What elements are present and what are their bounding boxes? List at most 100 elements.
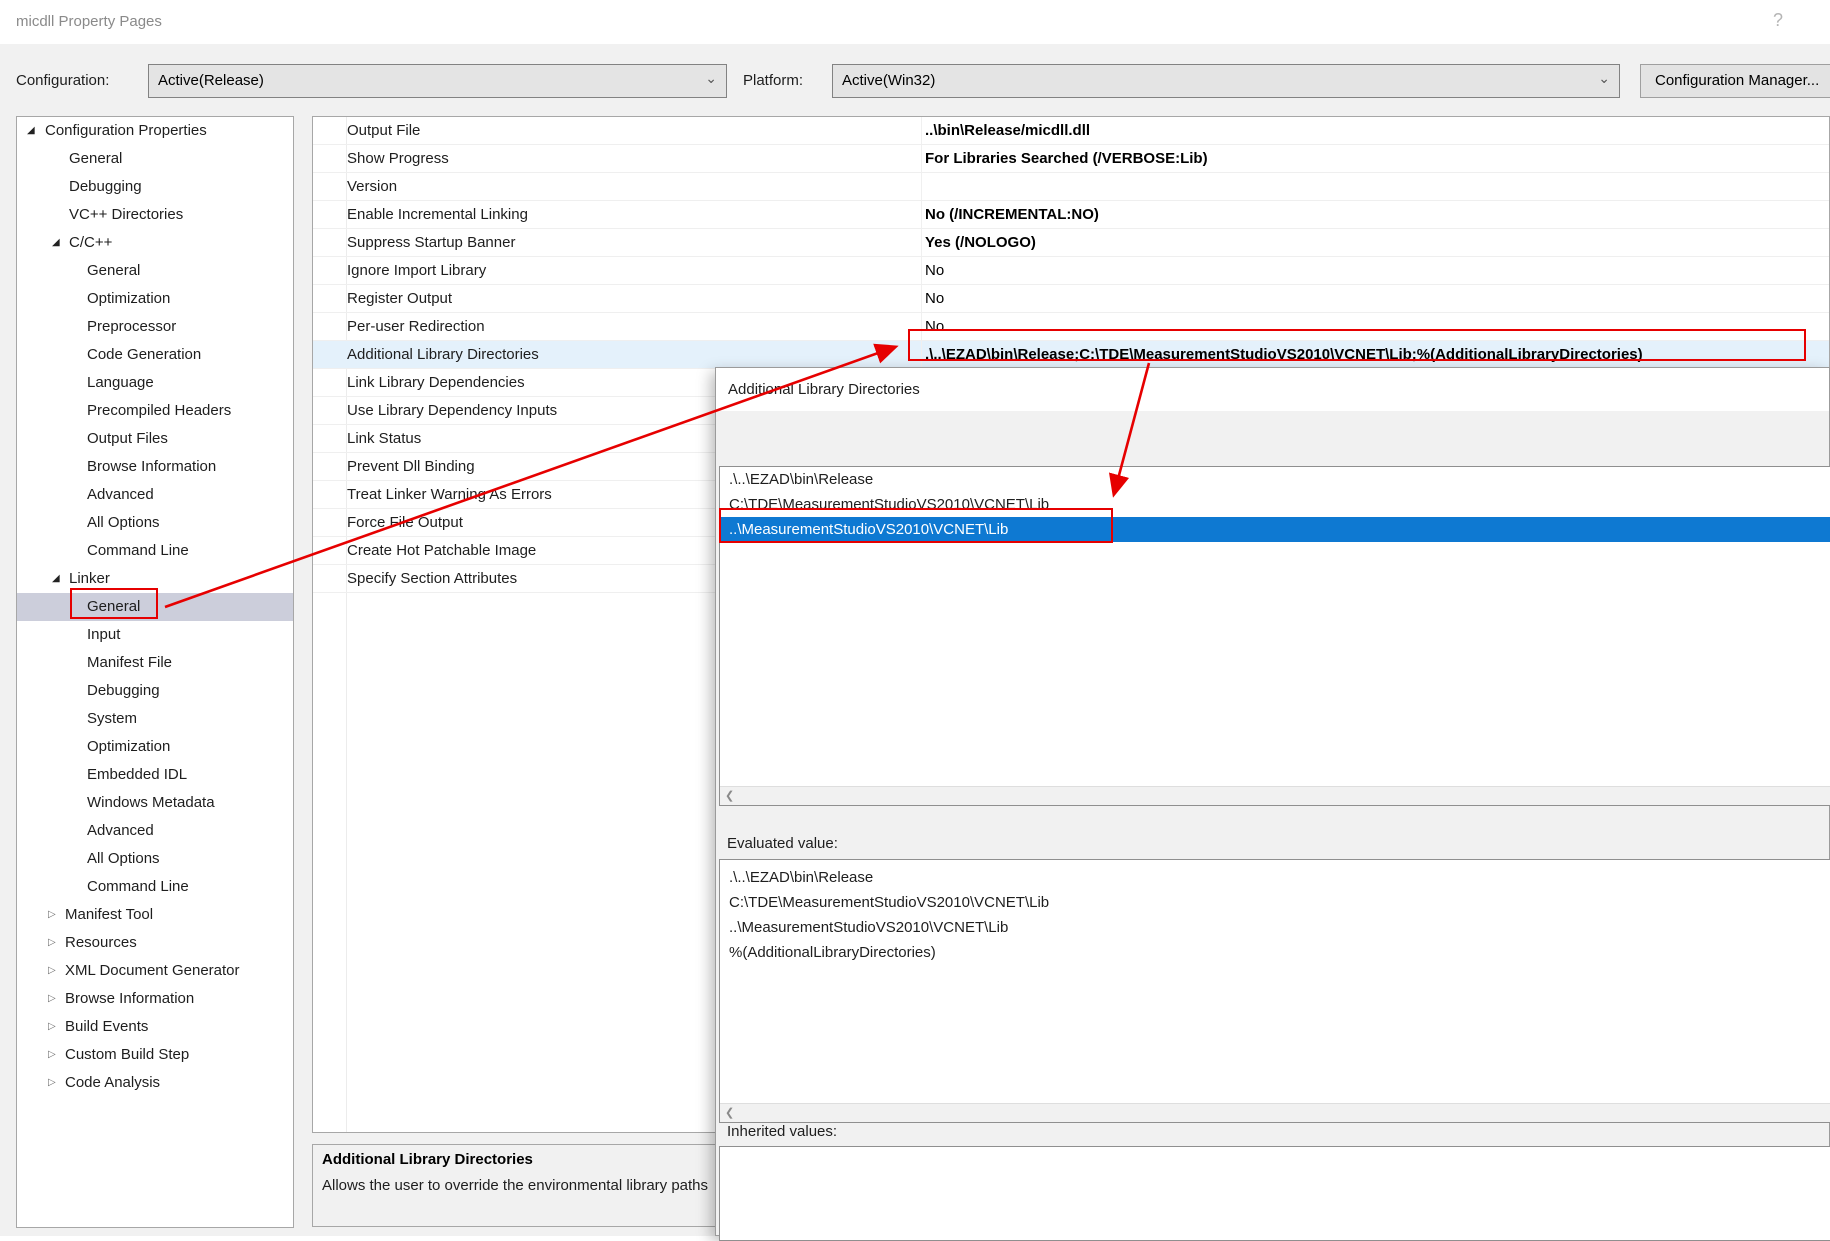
tree-item-label: Browse Information xyxy=(65,985,194,1013)
grid-property-name: Additional Library Directories xyxy=(347,341,539,368)
tree-item-input[interactable]: Input xyxy=(17,621,293,649)
grid-property-value[interactable]: No (/INCREMENTAL:NO) xyxy=(925,201,1099,228)
tree-item-label: C/C++ xyxy=(69,229,112,257)
tree-item-advanced[interactable]: Advanced xyxy=(17,817,293,845)
tree-item-browse-information[interactable]: Browse Information xyxy=(17,453,293,481)
grid-row-register-output[interactable]: Register OutputNo xyxy=(313,285,1829,313)
grid-property-name: Show Progress xyxy=(347,145,449,172)
tree-item-all-options[interactable]: All Options xyxy=(17,845,293,873)
grid-property-value[interactable]: Yes (/NOLOGO) xyxy=(925,229,1036,256)
tree-item-configuration-properties[interactable]: ◢ Configuration Properties xyxy=(17,117,293,145)
tree-item-label: Configuration Properties xyxy=(45,117,207,145)
tree-item-label: Build Events xyxy=(65,1013,148,1041)
tree-item-xml-document-generator[interactable]: ▷ XML Document Generator xyxy=(17,957,293,985)
tree-item-custom-build-step[interactable]: ▷Custom Build Step xyxy=(17,1041,293,1069)
directory-list-item[interactable]: ..\MeasurementStudioVS2010\VCNET\Lib xyxy=(720,517,1830,542)
platform-dropdown-value: Active(Win32) xyxy=(842,72,935,89)
tree-item-browse-information[interactable]: ▷ Browse Information xyxy=(17,985,293,1013)
tree-collapsed-icon[interactable]: ▷ xyxy=(48,1013,56,1041)
evaluated-value-label: Evaluated value: xyxy=(727,834,838,854)
tree-collapsed-icon[interactable]: ▷ xyxy=(48,985,56,1013)
grid-property-value[interactable]: For Libraries Searched (/VERBOSE:Lib) xyxy=(925,145,1208,172)
tree-collapsed-icon[interactable]: ▷ xyxy=(48,1069,56,1097)
tree-item-label: Advanced xyxy=(87,481,154,509)
tree-item-label: Code Analysis xyxy=(65,1069,160,1097)
tree-item-manifest-tool[interactable]: ▷Manifest Tool xyxy=(17,901,293,929)
tree-item-c-c-[interactable]: ◢ C/C++ xyxy=(17,229,293,257)
grid-row-version[interactable]: Version xyxy=(313,173,1829,201)
help-icon[interactable]: ? xyxy=(1763,0,1793,44)
tree-item-vc-directories[interactable]: VC++ Directories xyxy=(17,201,293,229)
tree-item-embedded-idl[interactable]: Embedded IDL xyxy=(17,761,293,789)
scroll-left-icon[interactable]: ❮ xyxy=(725,1105,734,1121)
directory-list-item[interactable]: .\..\EZAD\bin\Release xyxy=(720,467,1830,492)
tree-item-optimization[interactable]: Optimization xyxy=(17,733,293,761)
tree-item-label: XML Document Generator xyxy=(65,957,240,985)
tree-item-label: Language xyxy=(87,369,154,397)
scroll-left-icon[interactable]: ❮ xyxy=(725,788,734,804)
tree-item-label: Resources xyxy=(65,929,137,957)
grid-property-name: Treat Linker Warning As Errors xyxy=(347,481,552,508)
tree-item-windows-metadata[interactable]: Windows Metadata xyxy=(17,789,293,817)
tree-expanded-icon[interactable]: ◢ xyxy=(52,229,60,257)
grid-row-ignore-import-library[interactable]: Ignore Import Library No xyxy=(313,257,1829,285)
tree-item-label: General xyxy=(87,593,140,621)
tree-item-code-analysis[interactable]: ▷ Code Analysis xyxy=(17,1069,293,1097)
tree-item-manifest-file[interactable]: Manifest File xyxy=(17,649,293,677)
configuration-manager-button[interactable]: Configuration Manager... xyxy=(1640,64,1830,98)
tree-item-language[interactable]: Language xyxy=(17,369,293,397)
grid-property-value[interactable]: .\..\EZAD\bin\Release;C:\TDE\Measurement… xyxy=(925,341,1643,368)
tree-item-label: System xyxy=(87,705,137,733)
grid-column-divider xyxy=(921,313,922,340)
tree-item-preprocessor[interactable]: Preprocessor xyxy=(17,313,293,341)
evaluated-value-line: C:\TDE\MeasurementStudioVS2010\VCNET\Lib xyxy=(720,890,1830,915)
tree-collapsed-icon[interactable]: ▷ xyxy=(48,957,56,985)
tree-expanded-icon[interactable]: ◢ xyxy=(27,117,35,145)
tree-item-advanced[interactable]: Advanced xyxy=(17,481,293,509)
grid-property-name: Output File xyxy=(347,117,420,144)
grid-property-value[interactable]: ..\bin\Release/micdll.dll xyxy=(925,117,1090,144)
grid-row-output-file[interactable]: Output File ..\bin\Release/micdll.dll xyxy=(313,117,1829,145)
configuration-label: Configuration: xyxy=(16,64,109,98)
tree-item-resources[interactable]: ▷ Resources xyxy=(17,929,293,957)
tree-item-code-generation[interactable]: Code Generation xyxy=(17,341,293,369)
tree-collapsed-icon[interactable]: ▷ xyxy=(48,929,56,957)
grid-column-divider xyxy=(921,341,922,368)
platform-dropdown[interactable]: Active(Win32) ⌄ xyxy=(832,64,1620,98)
tree-item-general[interactable]: General xyxy=(17,145,293,173)
grid-row-per-user-redirection[interactable]: Per-user RedirectionNo xyxy=(313,313,1829,341)
grid-property-value[interactable]: No xyxy=(925,313,944,340)
tree-collapsed-icon[interactable]: ▷ xyxy=(48,901,56,929)
list-horizontal-scrollbar[interactable]: ❮ xyxy=(720,786,1830,805)
configuration-dropdown[interactable]: Active(Release) ⌄ xyxy=(148,64,727,98)
tree-item-build-events[interactable]: ▷ Build Events xyxy=(17,1013,293,1041)
grid-property-name: Ignore Import Library xyxy=(347,257,486,284)
tree-item-system[interactable]: System xyxy=(17,705,293,733)
tree-item-command-line[interactable]: Command Line xyxy=(17,873,293,901)
grid-property-value[interactable]: No xyxy=(925,285,944,312)
grid-property-value[interactable]: No xyxy=(925,257,944,284)
tree-item-debugging[interactable]: Debugging xyxy=(17,173,293,201)
tree-item-label: Precompiled Headers xyxy=(87,397,231,425)
grid-row-show-progress[interactable]: Show Progress For Libraries Searched (/VE… xyxy=(313,145,1829,173)
tree-item-general[interactable]: General xyxy=(17,257,293,285)
tree-item-general[interactable]: General xyxy=(17,593,293,621)
tree-item-all-options[interactable]: All Options xyxy=(17,509,293,537)
grid-row-additional-library-directories[interactable]: Additional Library Directories .\..\EZAD\… xyxy=(313,341,1829,369)
tree-item-output-files[interactable]: Output Files xyxy=(17,425,293,453)
tree-item-linker[interactable]: ◢Linker xyxy=(17,565,293,593)
tree-item-label: General xyxy=(69,145,122,173)
tree-item-debugging[interactable]: Debugging xyxy=(17,677,293,705)
grid-row-suppress-startup-banner[interactable]: Suppress Startup Banner Yes (/NOLOGO) xyxy=(313,229,1829,257)
tree-item-optimization[interactable]: Optimization xyxy=(17,285,293,313)
grid-property-name: Suppress Startup Banner xyxy=(347,229,515,256)
tree-collapsed-icon[interactable]: ▷ xyxy=(48,1041,56,1069)
grid-row-enable-incremental-linking[interactable]: Enable Incremental LinkingNo (/INCREMENT… xyxy=(313,201,1829,229)
directory-list-item[interactable]: C:\TDE\MeasurementStudioVS2010\VCNET\Lib xyxy=(720,492,1830,517)
evaluated-horizontal-scrollbar[interactable]: ❮ xyxy=(720,1103,1830,1122)
tree-item-command-line[interactable]: Command Line xyxy=(17,537,293,565)
tree-item-precompiled-headers[interactable]: Precompiled Headers xyxy=(17,397,293,425)
grid-column-divider xyxy=(921,285,922,312)
tree-expanded-icon[interactable]: ◢ xyxy=(52,565,60,593)
tree-item-label: Manifest File xyxy=(87,649,172,677)
